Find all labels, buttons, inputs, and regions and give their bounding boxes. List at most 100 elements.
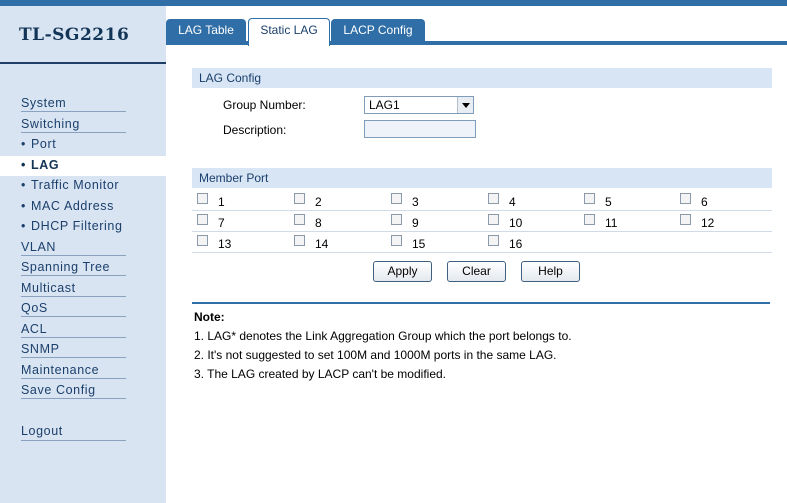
port-number: 12 <box>701 216 715 230</box>
member-port-header: Member Port <box>192 168 772 188</box>
sidebar-item-label: • DHCP Filtering <box>21 219 123 233</box>
sidebar-item-label: Maintenance <box>21 363 99 377</box>
sidebar-item-text: SNMP <box>21 342 60 356</box>
port-checkbox[interactable] <box>584 214 595 225</box>
sidebar-item-label: System <box>21 96 66 110</box>
divider <box>21 295 126 297</box>
port-number: 8 <box>315 216 322 230</box>
port-number: 16 <box>509 237 523 251</box>
sidebar-item-text: Spanning Tree <box>21 260 111 274</box>
sidebar: TL-SG2216 System Switching • Port • LAG • Traff… <box>0 6 166 503</box>
description-input[interactable] <box>364 120 476 138</box>
bullet-icon: • <box>21 198 26 213</box>
sidebar-item-switching[interactable]: Switching <box>0 115 166 136</box>
sidebar-item-text: Multicast <box>21 280 76 295</box>
group-number-value: LAG1 <box>369 98 400 112</box>
sidebar-item-snmp[interactable]: SNMP <box>0 340 166 361</box>
bullet-icon: • <box>21 219 26 233</box>
port-checkbox[interactable] <box>294 214 305 225</box>
sidebar-item-text: ACL <box>21 321 48 336</box>
tab-bar: LAG Table Static LAG LACP Config <box>166 6 787 46</box>
apply-button[interactable]: Apply <box>373 261 432 282</box>
sidebar-item-label: Save Config <box>21 383 96 397</box>
note-item: 2. It's not suggested to set 100M and 10… <box>194 348 557 362</box>
port-checkbox[interactable] <box>584 193 595 204</box>
sidebar-item-maintenance[interactable]: Maintenance <box>0 361 166 382</box>
port-number: 6 <box>701 195 708 209</box>
port-row: 1 2 3 4 5 6 <box>192 189 772 211</box>
sidebar-item-text: Maintenance <box>21 362 100 377</box>
port-checkbox[interactable] <box>197 235 208 246</box>
note-title: Note: <box>194 310 225 324</box>
sidebar-item-dhcp-filtering[interactable]: • DHCP Filtering <box>0 217 166 238</box>
sidebar-item-label: Multicast <box>21 281 76 295</box>
port-checkbox[interactable] <box>391 193 402 204</box>
port-checkbox[interactable] <box>680 214 691 225</box>
port-number: 5 <box>605 195 612 209</box>
chevron-down-icon[interactable] <box>457 97 473 113</box>
port-checkbox[interactable] <box>197 193 208 204</box>
member-port-title: Member Port <box>199 171 269 185</box>
sidebar-item-text: Save Config <box>21 383 96 397</box>
sidebar-item-mac-address[interactable]: • MAC Address <box>0 197 166 218</box>
divider <box>21 111 126 112</box>
port-number: 1 <box>218 195 225 209</box>
sidebar-item-acl[interactable]: ACL <box>0 320 166 341</box>
sidebar-item-spanning-tree[interactable]: Spanning Tree <box>0 258 166 279</box>
bullet-icon: • <box>21 178 26 192</box>
clear-button[interactable]: Clear <box>447 261 506 282</box>
divider <box>21 357 126 358</box>
divider <box>21 131 126 133</box>
port-checkbox[interactable] <box>294 193 305 204</box>
port-number: 9 <box>412 216 419 230</box>
product-logo: TL-SG2216 <box>19 25 130 45</box>
tab-static-lag[interactable]: Static LAG <box>248 18 330 46</box>
divider <box>21 275 126 276</box>
sidebar-item-text: MAC Address <box>30 198 115 213</box>
sidebar-item-system[interactable]: System <box>0 94 166 115</box>
sidebar-item-label: SNMP <box>21 342 60 356</box>
group-number-select[interactable]: LAG1 <box>364 96 474 114</box>
note-item: 1. LAG* denotes the Link Aggregation Gro… <box>194 329 572 343</box>
bullet-icon: • <box>21 157 26 172</box>
tab-lag-table[interactable]: LAG Table <box>166 19 246 42</box>
sidebar-item-text: System <box>21 96 67 110</box>
sidebar-item-multicast[interactable]: Multicast <box>0 279 166 300</box>
port-checkbox[interactable] <box>197 214 208 225</box>
port-checkbox[interactable] <box>488 214 499 225</box>
help-button[interactable]: Help <box>521 261 580 282</box>
sidebar-item-label: Switching <box>21 117 80 131</box>
tab-lacp-config[interactable]: LACP Config <box>331 19 425 42</box>
bullet-icon: • <box>21 137 26 151</box>
port-number: 2 <box>315 195 322 209</box>
divider <box>21 316 126 317</box>
sidebar-item-label: • LAG <box>21 158 59 172</box>
port-checkbox[interactable] <box>488 193 499 204</box>
group-number-label: Group Number: <box>223 98 306 112</box>
port-number: 15 <box>412 237 426 251</box>
divider <box>21 377 126 379</box>
sidebar-item-traffic-monitor[interactable]: • Traffic Monitor <box>0 176 166 197</box>
port-checkbox[interactable] <box>391 235 402 246</box>
sidebar-item-vlan[interactable]: VLAN <box>0 238 166 259</box>
logo-area: TL-SG2216 <box>0 6 166 64</box>
sidebar-item-save-config[interactable]: Save Config <box>0 381 166 402</box>
sidebar-item-qos[interactable]: QoS <box>0 299 166 320</box>
port-number: 11 <box>605 216 618 230</box>
sidebar-item-lag[interactable]: • LAG <box>0 155 166 176</box>
sidebar-item-label: • MAC Address <box>21 199 114 213</box>
sidebar-item-text: Port <box>30 137 57 151</box>
divider <box>21 398 126 399</box>
port-checkbox[interactable] <box>488 235 499 246</box>
port-number: 3 <box>412 195 419 209</box>
port-checkbox[interactable] <box>294 235 305 246</box>
lag-config-title: LAG Config <box>199 71 262 85</box>
logout-link[interactable]: Logout <box>21 424 63 438</box>
port-number: 4 <box>509 195 516 209</box>
sidebar-item-label: • Traffic Monitor <box>21 178 119 192</box>
port-row: 13 14 15 16 <box>192 231 772 253</box>
sidebar-item-port[interactable]: • Port <box>0 135 166 156</box>
port-checkbox[interactable] <box>391 214 402 225</box>
port-checkbox[interactable] <box>680 193 691 204</box>
sidebar-item-label: • Port <box>21 137 56 151</box>
